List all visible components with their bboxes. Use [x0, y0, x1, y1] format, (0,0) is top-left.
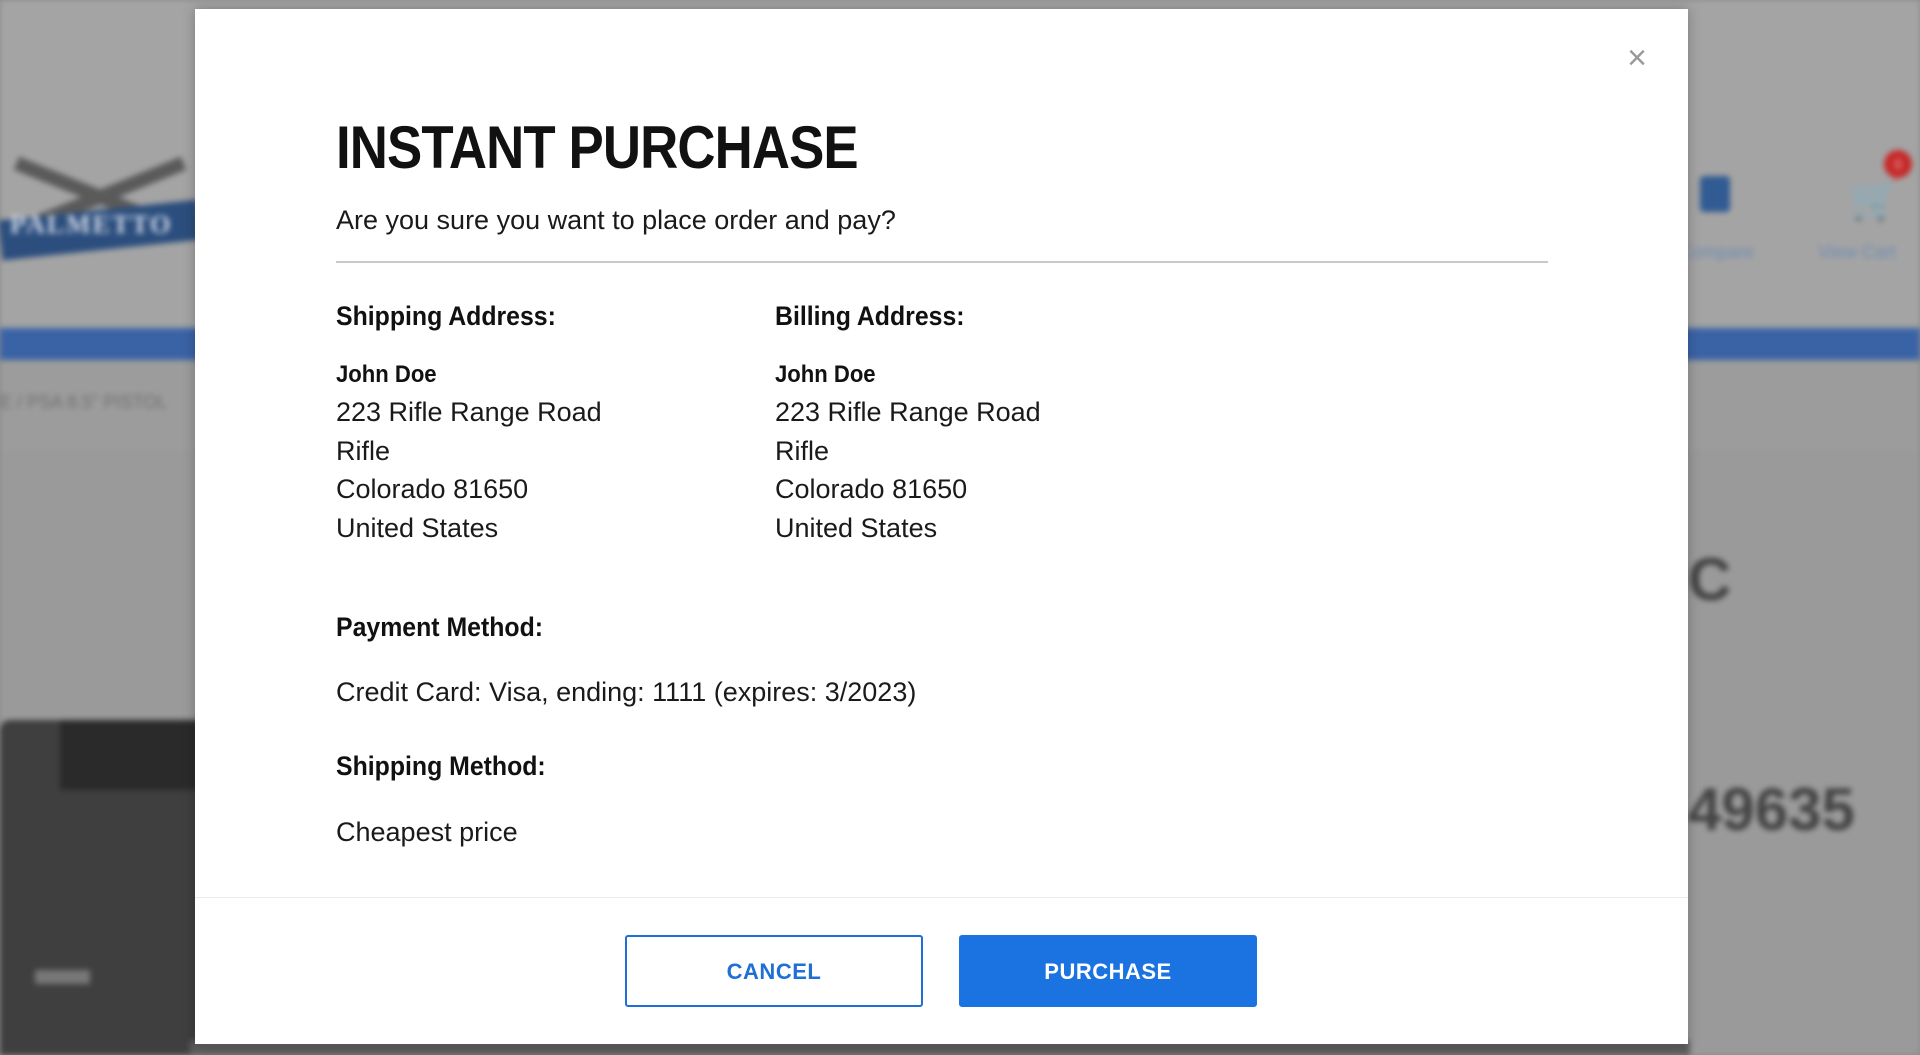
modal-subtitle: Are you sure you want to place order and…	[336, 205, 896, 235]
billing-country: United States	[775, 512, 938, 543]
product-barrel	[60, 720, 200, 790]
shipping-city: Rifle	[336, 435, 391, 466]
shipping-name: John Doe	[336, 361, 437, 388]
view-cart-label: View Cart	[1818, 242, 1896, 262]
cart-icon: 🛒	[1850, 178, 1900, 222]
billing-address-block: Billing Address: John Doe 223 Rifle Rang…	[775, 301, 1041, 547]
payment-method-label: Payment Method:	[336, 612, 544, 642]
billing-state-zip: Colorado 81650	[775, 474, 968, 504]
product-title-fragment: C	[1688, 546, 1732, 613]
logo-text: PALMETTO	[10, 210, 173, 239]
instant-purchase-modal: × INSTANT PURCHASE Are you sure you want…	[195, 9, 1688, 1044]
cart-count-badge: 0	[1884, 150, 1912, 178]
product-image	[0, 720, 200, 1055]
shipping-state-zip: Colorado 81650	[336, 474, 529, 504]
close-icon[interactable]: ×	[1622, 41, 1652, 75]
billing-address: John Doe 223 Rifle Range Road Rifle Colo…	[775, 357, 1041, 547]
billing-city: Rifle	[775, 435, 830, 466]
compare-label: Compare	[1680, 242, 1755, 262]
product-sku-fragment: 49635	[1688, 776, 1855, 843]
billing-address-label: Billing Address:	[775, 301, 965, 331]
compare-icon	[1700, 176, 1730, 212]
modal-title: INSTANT PURCHASE	[336, 114, 859, 181]
shipping-method-label: Shipping Method:	[336, 751, 546, 781]
purchase-button[interactable]: PURCHASE	[959, 935, 1257, 1007]
shipping-country: United States	[336, 512, 499, 543]
shipping-address-label: Shipping Address:	[336, 301, 556, 331]
product-detail	[35, 970, 90, 984]
divider	[336, 261, 1548, 263]
billing-street: 223 Rifle Range Road	[775, 397, 1041, 427]
shipping-address: John Doe 223 Rifle Range Road Rifle Colo…	[336, 357, 602, 547]
footer-divider	[195, 897, 1688, 898]
payment-method-value: Credit Card: Visa, ending: 1111 (expires…	[336, 677, 917, 707]
shipping-address-block: Shipping Address: John Doe 223 Rifle Ran…	[336, 301, 602, 547]
cancel-button[interactable]: CANCEL	[625, 935, 923, 1007]
billing-name: John Doe	[775, 361, 876, 388]
breadcrumb: E / PSA 8.5" PISTOL	[0, 392, 168, 412]
shipping-method-value: Cheapest price	[336, 817, 518, 847]
shipping-street: 223 Rifle Range Road	[336, 397, 602, 427]
